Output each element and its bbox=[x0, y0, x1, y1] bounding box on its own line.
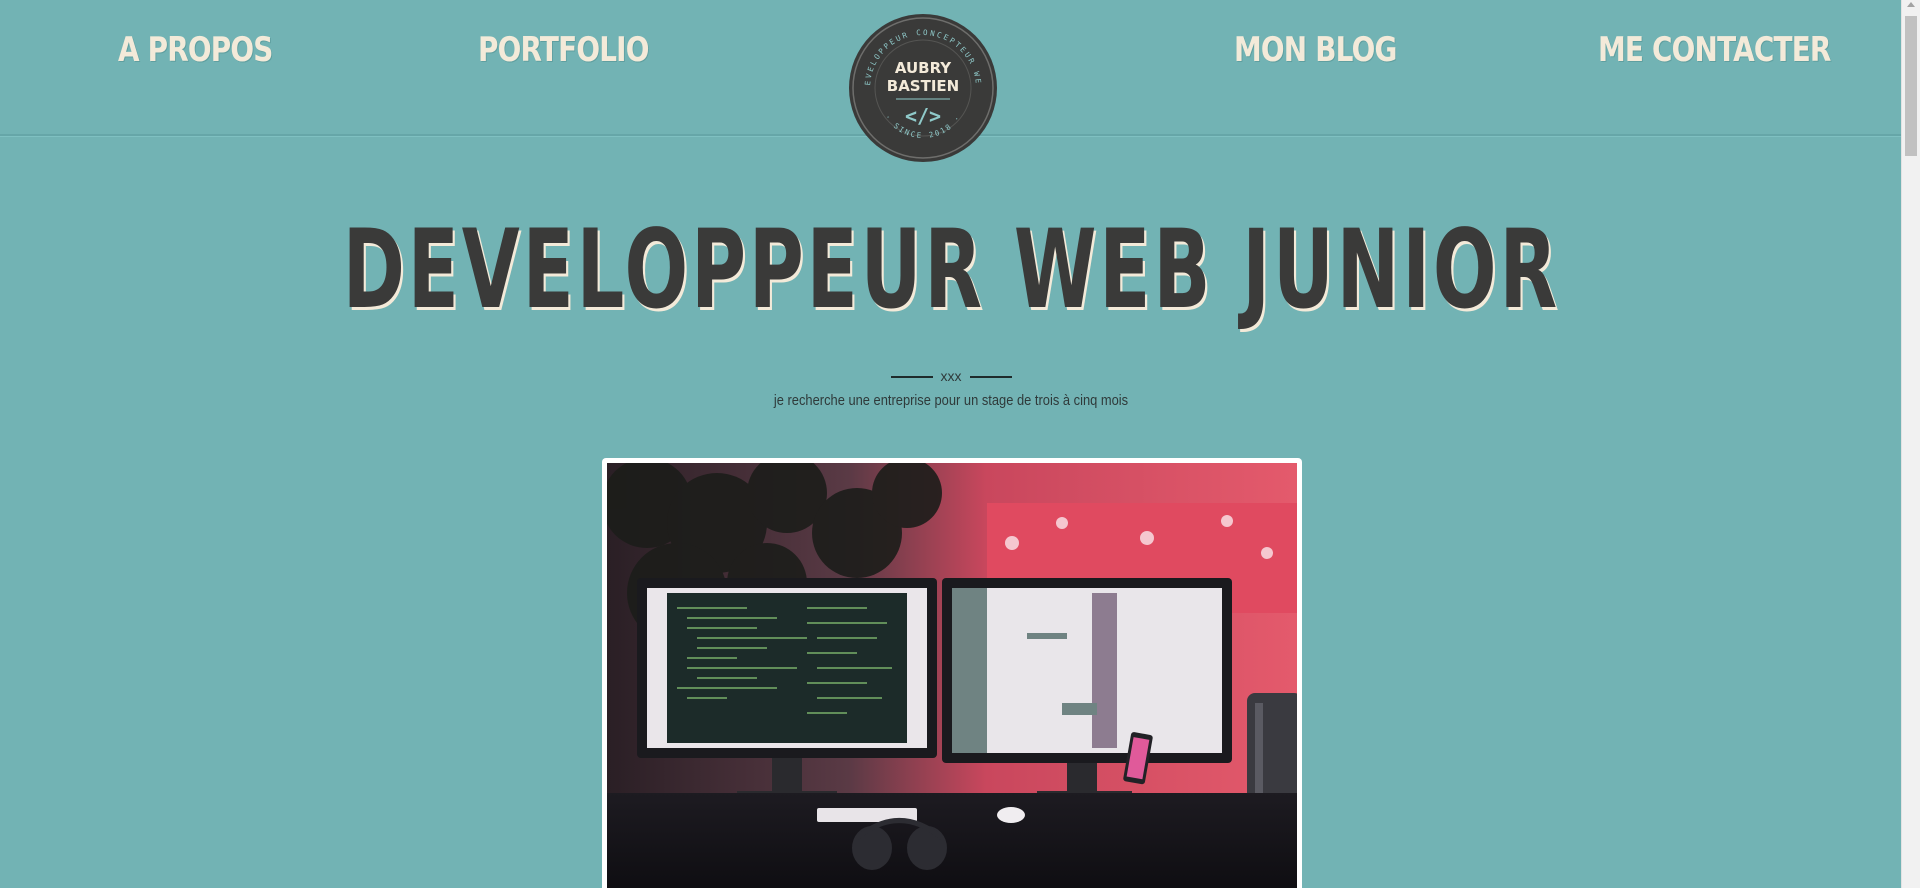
page-scrollbar[interactable] bbox=[1901, 0, 1920, 888]
logo-badge-icon: DEVELOPPEUR CONCEPTEUR WEB · SINCE 2018 … bbox=[845, 6, 997, 162]
divider-line-right bbox=[969, 376, 1012, 379]
nav-item-me-contacter[interactable]: ME CONTACTER bbox=[1598, 30, 1831, 70]
page: A PROPOS PORTFOLIO DEVELOPPEUR CONCEPTEU… bbox=[0, 0, 1920, 888]
nav-item-portfolio[interactable]: PORTFOLIO bbox=[478, 30, 649, 70]
logo-name-line2: BASTIEN bbox=[887, 77, 959, 95]
divider-text: xxx bbox=[940, 368, 962, 384]
scroll-thumb[interactable] bbox=[1905, 16, 1917, 156]
nav-item-mon-blog[interactable]: MON BLOG bbox=[1234, 30, 1397, 70]
hero-title: DEVELOPPEUR WEB JUNIOR bbox=[0, 206, 1902, 332]
site-logo[interactable]: DEVELOPPEUR CONCEPTEUR WEB · SINCE 2018 … bbox=[845, 6, 998, 163]
code-icon: </> bbox=[905, 104, 941, 128]
hero-divider: xxx bbox=[0, 366, 1902, 386]
hero-subtitle: je recherche une entreprise pour un stag… bbox=[773, 392, 1129, 409]
hero-photo bbox=[602, 458, 1302, 888]
hero-title-text: DEVELOPPEUR WEB JUNIOR bbox=[342, 204, 1560, 334]
desk-setup-image bbox=[607, 463, 1297, 888]
scroll-up-arrow-icon[interactable] bbox=[1907, 2, 1915, 7]
logo-name-line1: AUBRY bbox=[895, 59, 952, 77]
main-nav: A PROPOS PORTFOLIO DEVELOPPEUR CONCEPTEU… bbox=[0, 0, 1902, 162]
nav-item-a-propos[interactable]: A PROPOS bbox=[118, 30, 273, 70]
divider-line-left bbox=[890, 376, 933, 379]
